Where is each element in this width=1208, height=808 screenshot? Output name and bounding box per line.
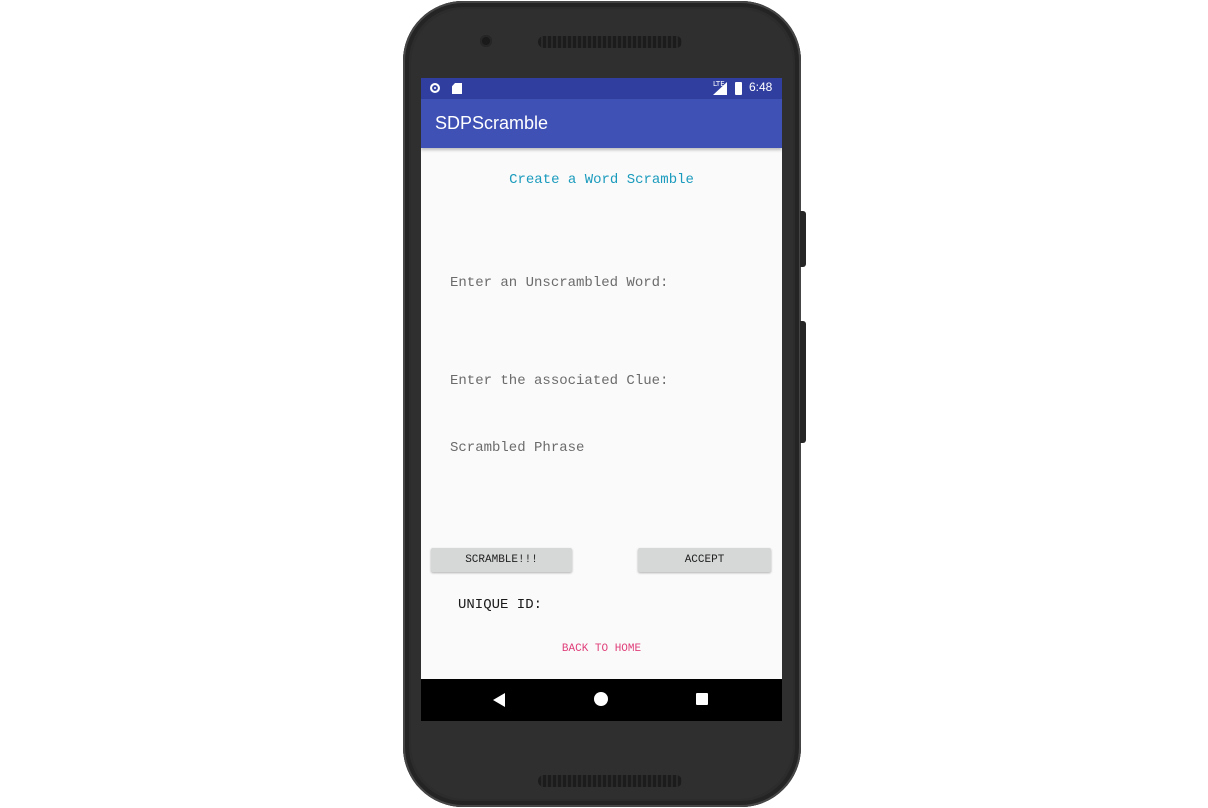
record-icon	[430, 83, 440, 93]
app-bar: SDPScramble	[421, 99, 782, 148]
bottom-speaker	[538, 775, 682, 787]
volume-button	[800, 321, 806, 443]
battery-icon	[735, 82, 742, 95]
back-icon[interactable]	[493, 693, 505, 707]
sd-card-icon	[452, 83, 462, 94]
app-title: SDPScramble	[435, 113, 549, 133]
unscrambled-word-input[interactable]: Enter an Unscrambled Word:	[450, 275, 668, 291]
scramble-button[interactable]: SCRAMBLE!!!	[431, 548, 572, 572]
back-to-home-link[interactable]: BACK TO HOME	[421, 643, 782, 655]
navigation-bar	[421, 679, 782, 721]
unique-id-label: UNIQUE ID:	[458, 597, 543, 613]
device-screen: LTE 6:48 SDPScramble Create a Word Scram…	[421, 78, 782, 721]
network-type-label: LTE	[713, 80, 725, 88]
clue-input[interactable]: Enter the associated Clue:	[450, 373, 668, 389]
recents-icon[interactable]	[696, 693, 708, 705]
accept-button[interactable]: ACCEPT	[638, 548, 771, 572]
scrambled-phrase-label: Scrambled Phrase	[450, 440, 585, 456]
page-heading: Create a Word Scramble	[509, 172, 694, 188]
status-bar: LTE 6:48	[421, 78, 782, 99]
earpiece-speaker	[538, 36, 682, 48]
front-camera	[480, 35, 492, 47]
clock: 6:48	[749, 80, 773, 94]
home-icon[interactable]	[594, 692, 608, 706]
power-button	[800, 211, 806, 267]
